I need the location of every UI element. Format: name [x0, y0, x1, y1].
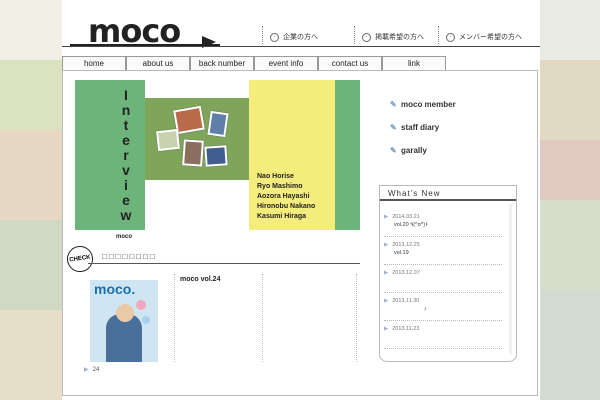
pencil-icon: ✎ [390, 123, 397, 132]
background-photo-tile [540, 200, 600, 290]
background-photo-tile [540, 290, 600, 400]
header-link-member[interactable]: · メンバー希望の方へ [438, 26, 522, 44]
issue-number-link[interactable]: ▶ 24 [84, 366, 99, 373]
triangle-bullet-icon: ▶ [384, 298, 389, 304]
interview-vertical-title: I n t e r v i e w [120, 87, 132, 223]
background-photo-tile [540, 140, 600, 200]
news-item[interactable]: ▶ 2014.03.21 vol.20 ٩(^o^)۶ [384, 214, 502, 228]
triangle-bullet-icon: ▶ [384, 214, 389, 220]
triangle-bullet-icon: ▶ [384, 326, 389, 332]
site-logo[interactable]: moco [70, 12, 220, 50]
triangle-bullet-icon: ▶ [384, 242, 389, 248]
photo-card [156, 128, 180, 152]
column-divider [262, 274, 263, 362]
header-divider [62, 46, 540, 47]
news-item[interactable]: ▶ 2013.11.23 [384, 326, 502, 334]
whats-new-heading: What’s New [380, 186, 516, 201]
header-link-corporate[interactable]: · 企業の方へ [262, 26, 318, 44]
background-photo-tile [0, 310, 62, 400]
pencil-icon: ✎ [390, 146, 397, 155]
tab-link[interactable]: link [382, 56, 446, 70]
circle-dot-icon: · [270, 32, 279, 42]
check-divider [88, 263, 360, 264]
column-divider [356, 274, 357, 362]
whats-new-panel: What’s New ▶ 2014.03.21 vol.20 ٩(^o^)۶ ▶ 2… [379, 185, 517, 362]
interview-banner[interactable]: I n t e r v i e w Nao Horise Ryo Mashimo… [75, 80, 360, 230]
side-link-moco-member[interactable]: ✎ moco member [390, 100, 456, 109]
main-nav: home about us back number event info con… [62, 56, 448, 70]
interviewee-names: Nao Horise Ryo Mashimo Aozora Hayashi Hi… [257, 173, 316, 220]
tab-home[interactable]: home [62, 56, 126, 70]
news-item[interactable]: ▶ 2013.12.25 vol.19 [384, 242, 502, 256]
triangle-bullet-icon: ▶ [84, 367, 89, 373]
banner-caption: moco [116, 234, 133, 240]
news-item[interactable]: ▶ 2013.12.07 [384, 270, 502, 278]
pencil-icon: ✎ [390, 100, 397, 109]
header-link-listing[interactable]: · 掲載希望の方へ [354, 26, 424, 44]
scrollbar[interactable] [509, 204, 512, 354]
background-photo-tile [540, 60, 600, 140]
side-link-garally[interactable]: ✎ garally [390, 146, 427, 155]
photo-card [207, 110, 229, 138]
photo-card [182, 139, 204, 167]
tab-contact-us[interactable]: contact us [318, 56, 382, 70]
circle-dot-icon: · [362, 32, 371, 42]
background-photo-tile [0, 130, 62, 220]
check-section-title: □□□□□□□□ [102, 252, 157, 261]
tab-back-number[interactable]: back number [190, 56, 254, 70]
news-item[interactable]: ▶ 2013.11.30 ♪ [384, 298, 502, 312]
column-divider [174, 274, 175, 362]
background-photo-tile [0, 220, 62, 310]
issue-title-link[interactable]: moco vol.24 [180, 276, 220, 283]
background-photo-tile [0, 60, 62, 130]
photo-card [204, 145, 228, 167]
triangle-bullet-icon: ▶ [384, 270, 389, 276]
side-link-staff-diary[interactable]: ✎ staff diary [390, 123, 439, 132]
circle-dot-icon: · [446, 32, 455, 42]
tab-event-info[interactable]: event info [254, 56, 318, 70]
tab-about-us[interactable]: about us [126, 56, 190, 70]
issue-cover-image[interactable]: moco. [90, 280, 158, 362]
